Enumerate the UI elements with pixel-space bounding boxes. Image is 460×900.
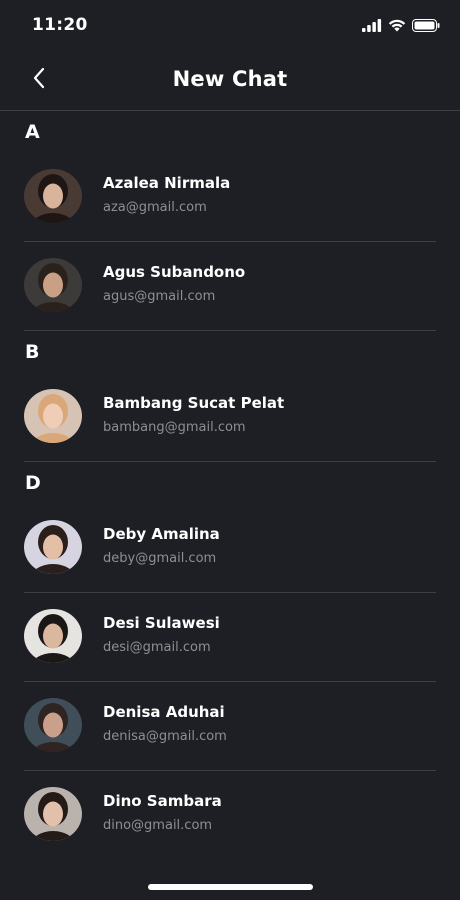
contact-row[interactable]: Desi Sulawesi desi@gmail.com — [24, 593, 436, 682]
contact-email: dino@gmail.com — [103, 818, 213, 833]
contact-email: agus@gmail.com — [103, 289, 216, 304]
avatar — [24, 169, 82, 223]
battery-icon — [412, 17, 440, 36]
avatar — [24, 258, 82, 312]
contact-name: Bambang Sucat Pelat — [103, 394, 285, 412]
contact-name: Dino Sambara — [103, 792, 222, 810]
contact-name: Deby Amalina — [103, 525, 220, 543]
avatar — [24, 389, 82, 443]
contact-row[interactable]: Agus Subandono agus@gmail.com — [24, 242, 436, 331]
header: New Chat — [0, 50, 460, 111]
contact-name: Denisa Aduhai — [103, 703, 225, 721]
avatar — [24, 698, 82, 752]
wifi-icon — [388, 17, 406, 36]
contact-list: A Azalea Nirmala aza@gmail.com Agus Subando… — [0, 111, 460, 859]
contact-name: Desi Sulawesi — [103, 614, 220, 632]
contact-email: aza@gmail.com — [103, 200, 207, 215]
section-header-d: D — [25, 472, 41, 494]
contact-email: desi@gmail.com — [103, 640, 211, 655]
avatar — [24, 609, 82, 663]
status-icons — [362, 17, 440, 36]
contact-row[interactable]: Azalea Nirmala aza@gmail.com — [24, 153, 436, 242]
contact-email: bambang@gmail.com — [103, 420, 246, 435]
cellular-signal-icon — [362, 17, 382, 36]
contact-row[interactable]: Dino Sambara dino@gmail.com — [24, 771, 436, 859]
avatar — [24, 787, 82, 841]
avatar — [24, 520, 82, 574]
contact-name: Agus Subandono — [103, 263, 246, 281]
contact-email: deby@gmail.com — [103, 551, 217, 566]
contact-row[interactable]: Bambang Sucat Pelat bambang@gmail.com — [24, 373, 436, 462]
page-title: New Chat — [172, 67, 288, 91]
home-indicator — [148, 884, 313, 890]
status-time: 11:20 — [32, 15, 88, 35]
section-header-b: B — [25, 341, 40, 363]
contact-row[interactable]: Deby Amalina deby@gmail.com — [24, 504, 436, 593]
contact-row[interactable]: Denisa Aduhai denisa@gmail.com — [24, 682, 436, 771]
contact-name: Azalea Nirmala — [103, 174, 231, 192]
section-header-a: A — [25, 121, 40, 143]
contact-email: denisa@gmail.com — [103, 729, 227, 744]
status-bar: 11:20 — [0, 0, 460, 50]
